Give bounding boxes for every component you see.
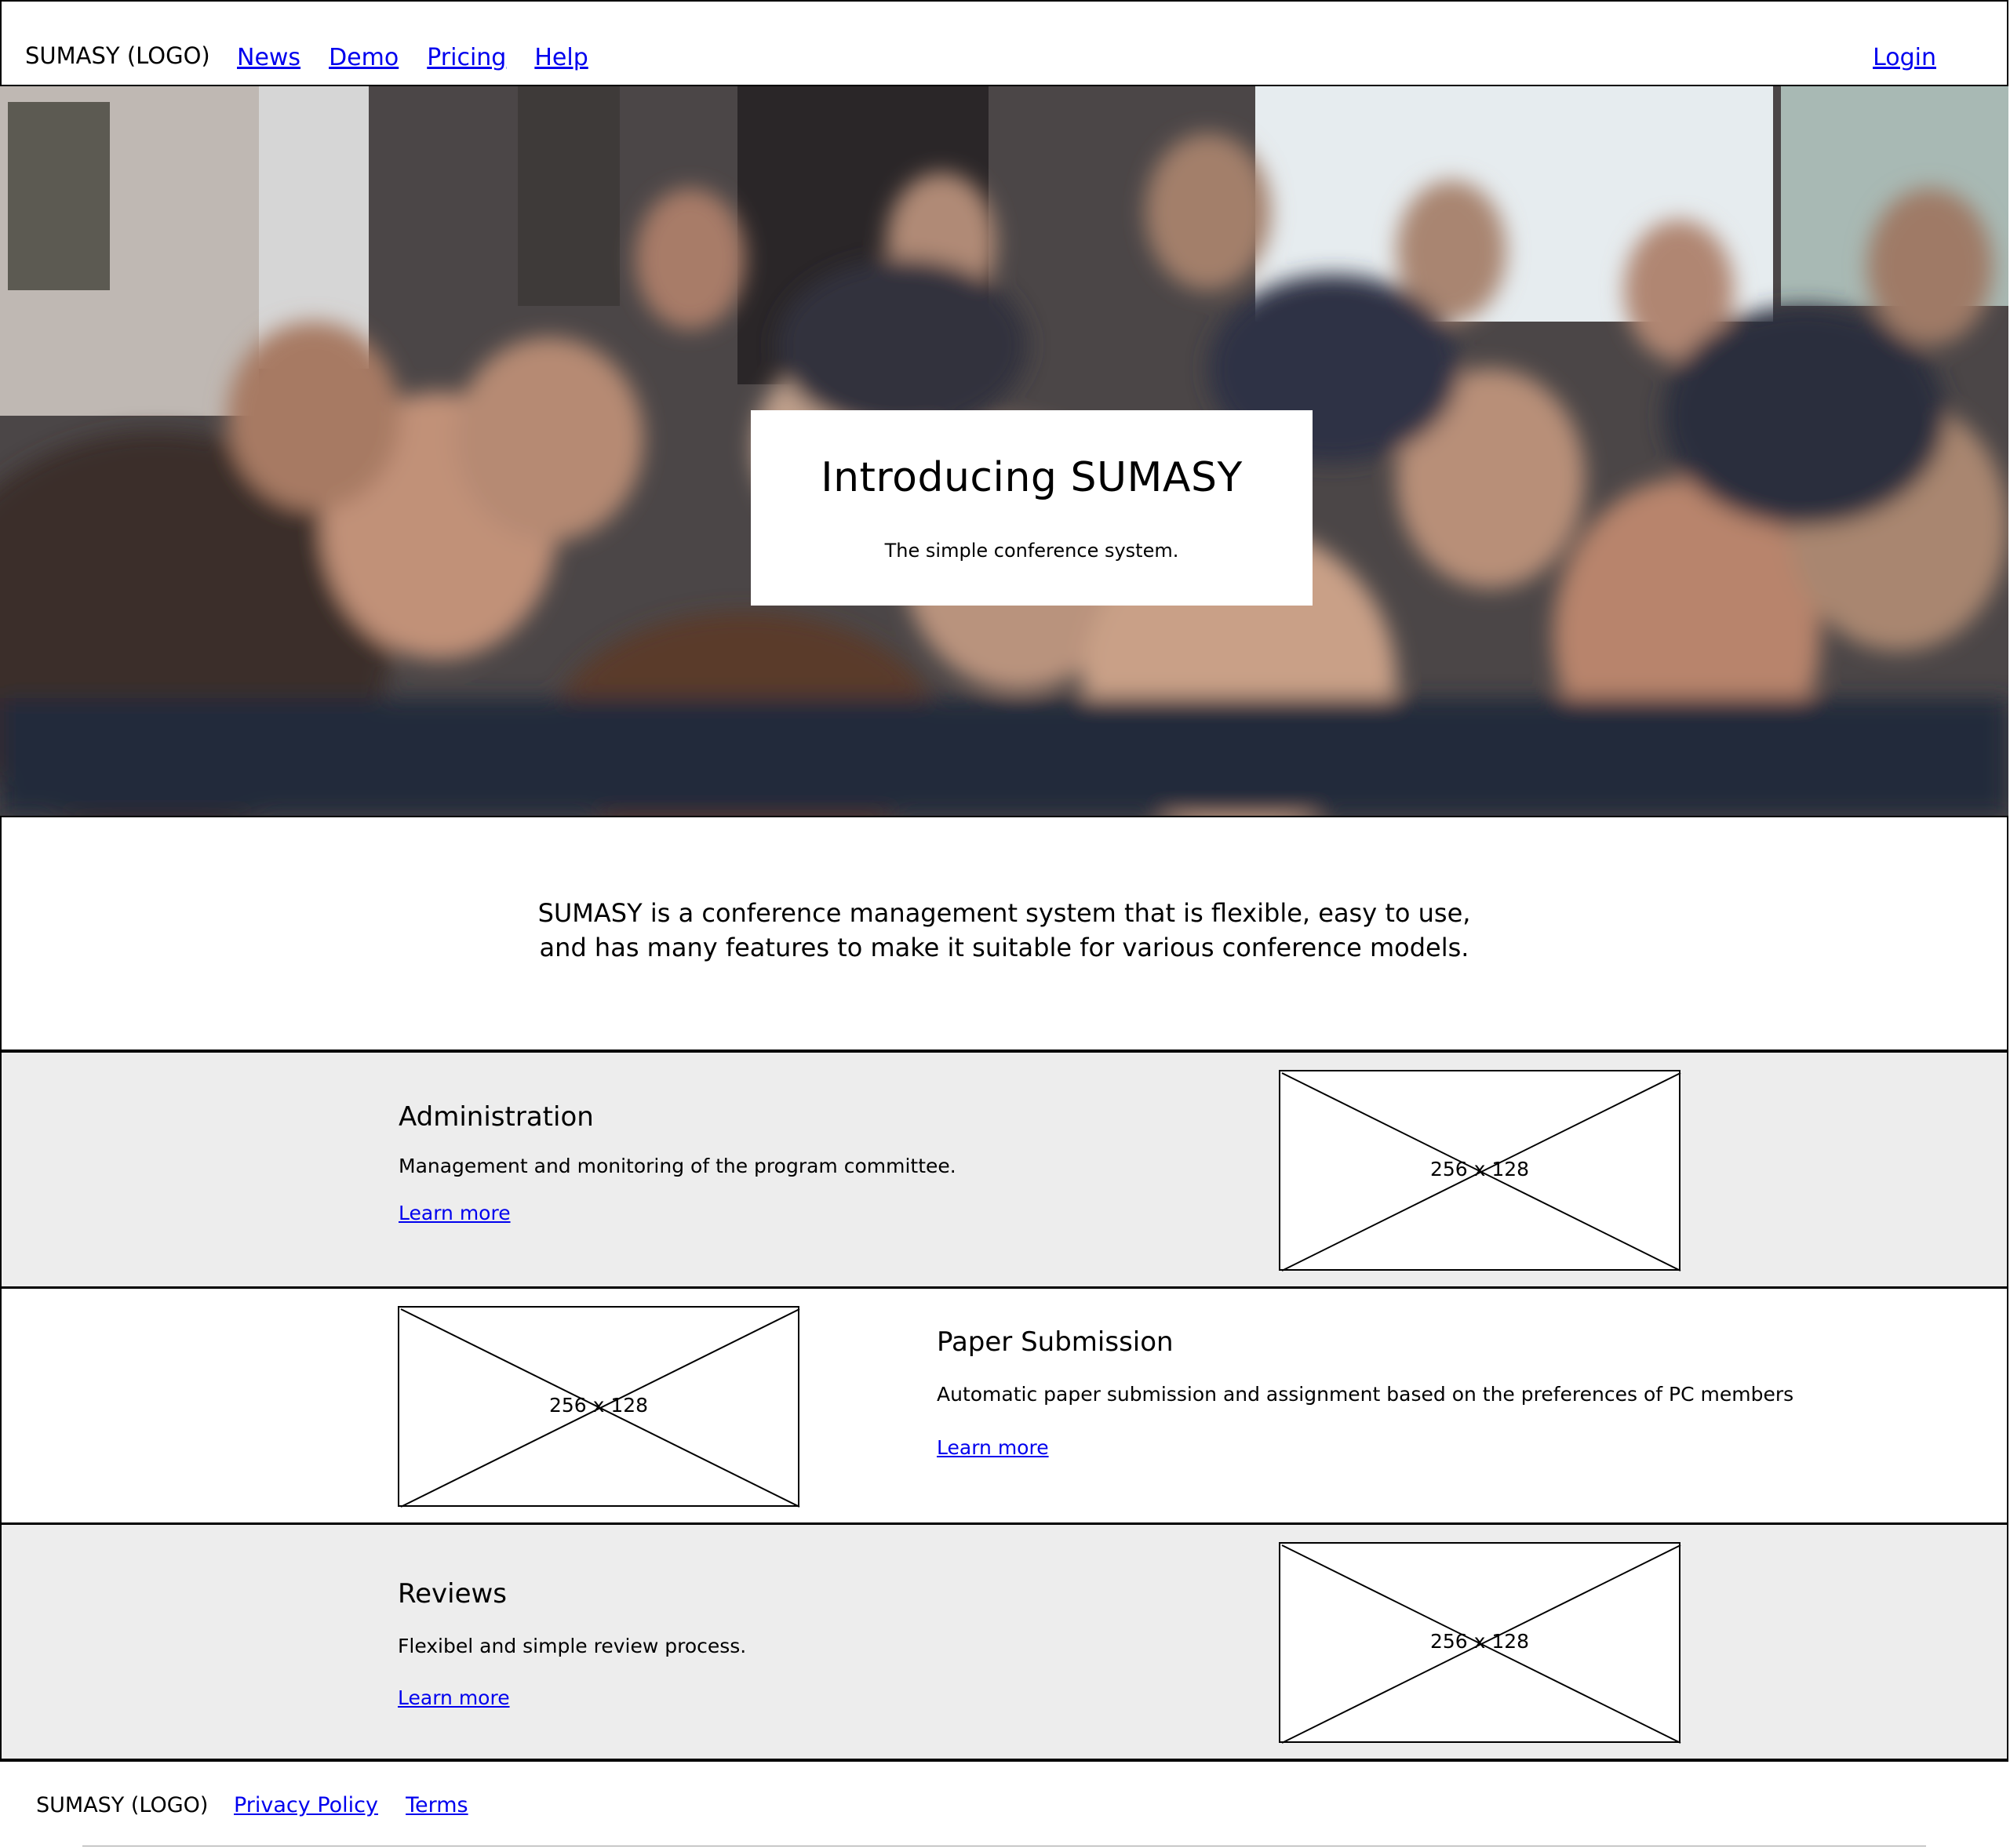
intro-text: SUMASY is a conference management system… xyxy=(2,896,2007,965)
nav-link-pricing[interactable]: Pricing xyxy=(427,44,506,71)
privacy-policy-link[interactable]: Privacy Policy xyxy=(234,1793,378,1817)
intro-line-2: and has many features to make it suitabl… xyxy=(539,933,1469,962)
feature-paper-submission: 256 x 128 Paper Submission Automatic pap… xyxy=(0,1287,2008,1524)
image-size-label: 256 x 128 xyxy=(548,1394,649,1417)
nav-link-demo[interactable]: Demo xyxy=(329,44,399,71)
image-placeholder: 256 x 128 xyxy=(1279,1070,1681,1271)
nav-link-help[interactable]: Help xyxy=(534,44,588,71)
feature-administration: Administration Management and monitoring… xyxy=(0,1051,2008,1288)
top-navigation-bar: SUMASY (LOGO) News Demo Pricing Help Log… xyxy=(0,0,2008,86)
feature-title: Paper Submission xyxy=(937,1326,1174,1358)
footer-links: Privacy Policy Terms xyxy=(234,1793,492,1817)
footer: SUMASY (LOGO) Privacy Policy Terms xyxy=(0,1760,2008,1848)
image-placeholder: 256 x 128 xyxy=(1279,1542,1681,1744)
feature-description: Management and monitoring of the program… xyxy=(399,1155,956,1177)
image-size-label: 256 x 128 xyxy=(1429,1158,1530,1180)
login-link[interactable]: Login xyxy=(1873,44,1936,71)
feature-description: Flexibel and simple review process. xyxy=(398,1635,747,1657)
hero-banner: Introducing SUMASY The simple conference… xyxy=(0,86,2008,816)
feature-description: Automatic paper submission and assignmen… xyxy=(937,1383,1794,1406)
hero-title: Introducing SUMASY xyxy=(821,454,1243,501)
hero-subtitle: The simple conference system. xyxy=(884,540,1179,562)
intro-section: SUMASY is a conference management system… xyxy=(0,816,2008,1051)
nav-logo[interactable]: SUMASY (LOGO) xyxy=(25,42,210,69)
image-size-label: 256 x 128 xyxy=(1429,1630,1530,1653)
learn-more-link[interactable]: Learn more xyxy=(398,1686,510,1709)
feature-title: Reviews xyxy=(398,1578,508,1610)
feature-title: Administration xyxy=(399,1101,594,1133)
learn-more-link[interactable]: Learn more xyxy=(937,1436,1049,1459)
footer-logo[interactable]: SUMASY (LOGO) xyxy=(36,1793,208,1817)
nav-links: News Demo Pricing Help xyxy=(237,44,617,71)
learn-more-link[interactable]: Learn more xyxy=(399,1202,511,1224)
hero-card: Introducing SUMASY The simple conference… xyxy=(751,410,1313,606)
image-placeholder: 256 x 128 xyxy=(398,1306,800,1508)
intro-line-1: SUMASY is a conference management system… xyxy=(537,898,1471,928)
feature-reviews: Reviews Flexibel and simple review proce… xyxy=(0,1523,2008,1760)
nav-link-news[interactable]: News xyxy=(237,44,300,71)
terms-link[interactable]: Terms xyxy=(406,1793,468,1817)
